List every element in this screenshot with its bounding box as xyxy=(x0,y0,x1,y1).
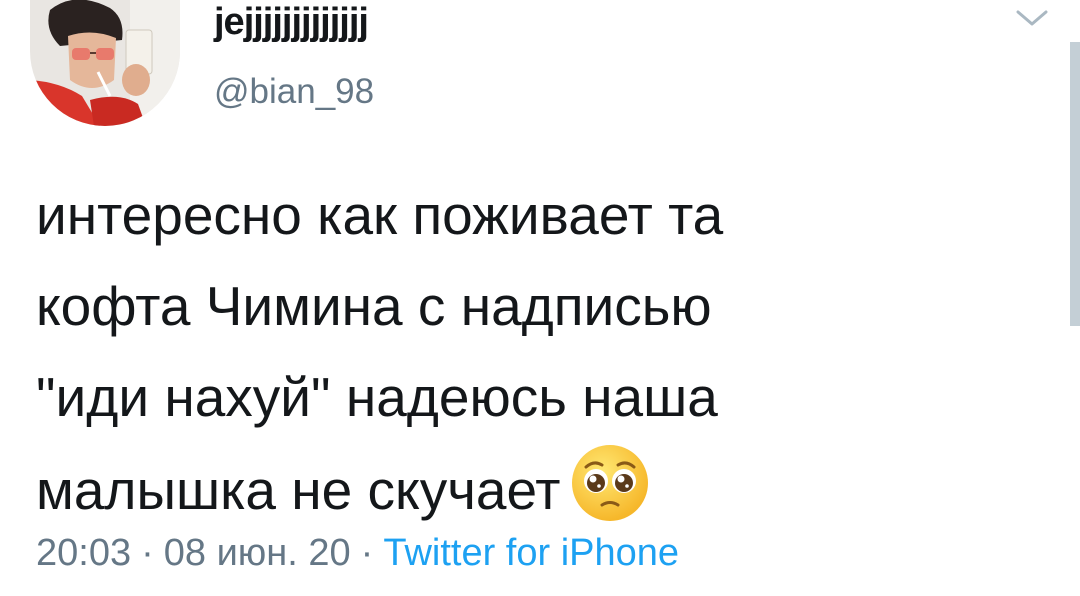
scrollbar[interactable] xyxy=(1070,42,1080,326)
meta-separator: · xyxy=(360,532,374,574)
pleading-face-emoji-icon xyxy=(572,445,649,521)
tweet-text-line: "иди нахуй" надеюсь наша xyxy=(36,366,718,428)
tweet-text-line: кофта Чимина с надписью xyxy=(36,275,712,337)
tweet-source-link[interactable]: Twitter for iPhone xyxy=(383,532,679,574)
chevron-down-icon[interactable] xyxy=(1014,6,1050,30)
avatar[interactable] xyxy=(30,0,180,126)
avatar-photo xyxy=(30,0,180,126)
tweet-date: 08 июн. 20 xyxy=(163,532,351,574)
tweet-text-line: интересно как поживает та xyxy=(36,184,724,246)
tweet-meta: 20:03 · 08 июн. 20 · Twitter for iPhone xyxy=(36,530,679,576)
tweet-time: 20:03 xyxy=(36,532,132,574)
meta-separator: · xyxy=(141,532,154,574)
tweet-text: интересно как поживает та кофта Чимина с… xyxy=(36,170,1036,536)
author-display-name[interactable]: jejjjjjjjjjjjjj xyxy=(214,2,369,42)
tweet-text-line-content: малышка не скучает xyxy=(36,459,561,521)
tweet-card: jejjjjjjjjjjjjj @bian_98 интересно как п… xyxy=(0,0,1080,596)
tweet-text-line-last: малышка не скучает xyxy=(36,443,1036,536)
author-handle[interactable]: @bian_98 xyxy=(214,72,374,112)
